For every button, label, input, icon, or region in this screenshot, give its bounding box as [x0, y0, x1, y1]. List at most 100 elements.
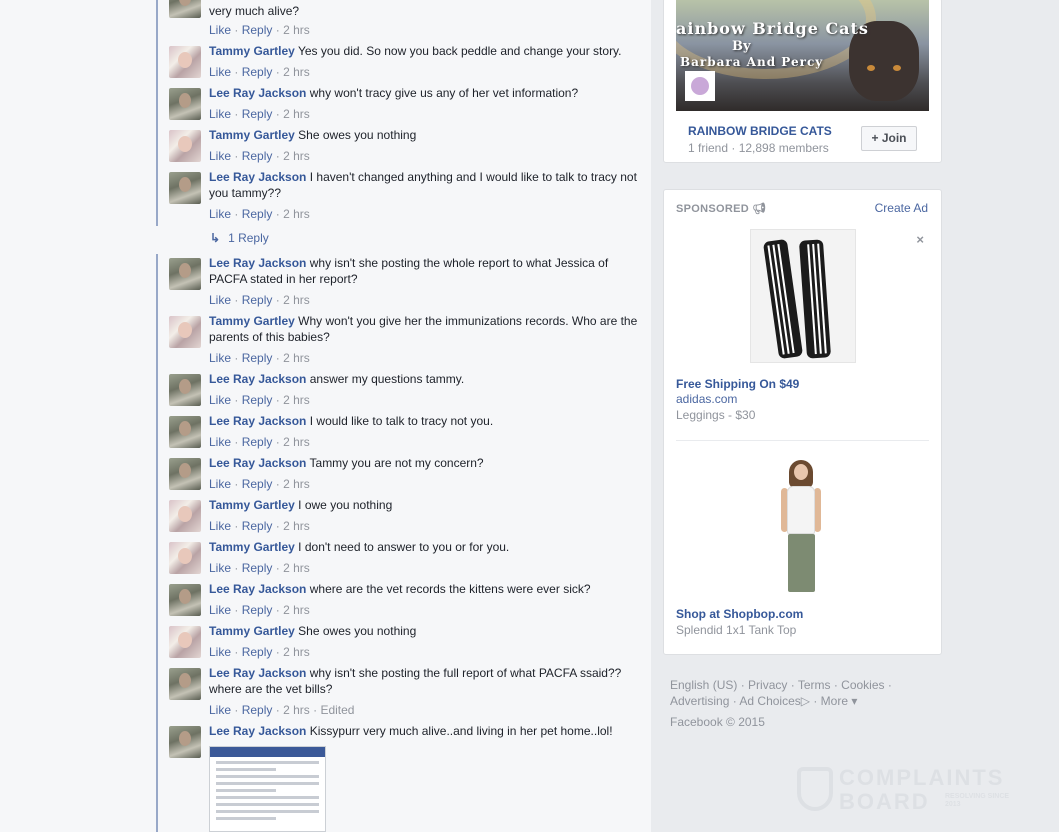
create-ad-link[interactable]: Create Ad [875, 201, 928, 215]
ad-image-leggings[interactable] [750, 229, 856, 363]
like-link[interactable]: Like [209, 393, 231, 407]
view-replies-link[interactable]: ↳ 1 Reply [210, 230, 269, 246]
footer-link-cookies[interactable]: Cookies [841, 678, 884, 692]
ad-domain[interactable]: adidas.com [676, 392, 737, 406]
avatar[interactable] [169, 374, 201, 406]
comment-author[interactable]: Tammy Gartley [209, 540, 295, 554]
ad-title[interactable]: Free Shipping On $49 [676, 377, 799, 391]
timestamp[interactable]: 2 hrs [283, 107, 310, 121]
close-icon[interactable]: × [916, 232, 924, 247]
reply-count[interactable]: 1 Reply [228, 231, 269, 245]
timestamp[interactable]: 2 hrs [283, 293, 310, 307]
timestamp[interactable]: 2 hrs [283, 703, 310, 717]
footer-link-language[interactable]: English (US) [670, 678, 737, 692]
avatar[interactable] [169, 500, 201, 532]
avatar[interactable] [169, 458, 201, 490]
timestamp[interactable]: 2 hrs [283, 561, 310, 575]
avatar[interactable] [169, 668, 201, 700]
avatar[interactable] [169, 726, 201, 758]
join-group-button[interactable]: + Join [861, 126, 917, 151]
like-link[interactable]: Like [209, 603, 231, 617]
like-link[interactable]: Like [209, 351, 231, 365]
like-link[interactable]: Like [209, 645, 231, 659]
comment-author[interactable]: Lee Ray Jackson [209, 456, 306, 470]
avatar[interactable] [169, 316, 201, 348]
edited-label[interactable]: Edited [320, 703, 354, 717]
group-name-link[interactable]: RAINBOW BRIDGE CATS [688, 124, 832, 138]
timestamp[interactable]: 2 hrs [283, 393, 310, 407]
footer-link-privacy[interactable]: Privacy [748, 678, 787, 692]
reply-link[interactable]: Reply [242, 207, 273, 221]
footer-link-advertising[interactable]: Advertising [670, 694, 729, 708]
comment-author[interactable]: Tammy Gartley [209, 498, 295, 512]
reply-link[interactable]: Reply [242, 477, 273, 491]
reply-link[interactable]: Reply [242, 393, 273, 407]
like-link[interactable]: Like [209, 23, 231, 37]
comment-author[interactable]: Lee Ray Jackson [209, 170, 306, 184]
comment-author[interactable]: Tammy Gartley [209, 128, 295, 142]
comment-actions: Like · Reply · 2 hrs [209, 23, 310, 37]
reply-link[interactable]: Reply [242, 561, 273, 575]
ad-image-tank-top[interactable] [769, 458, 833, 594]
timestamp[interactable]: 2 hrs [283, 149, 310, 163]
avatar[interactable] [169, 0, 201, 18]
reply-link[interactable]: Reply [242, 435, 273, 449]
like-link[interactable]: Like [209, 207, 231, 221]
group-cover-image[interactable]: ainbow Bridge Cats By Barbara And Percy [676, 0, 929, 111]
reply-link[interactable]: Reply [242, 65, 273, 79]
avatar[interactable] [169, 258, 201, 290]
like-link[interactable]: Like [209, 561, 231, 575]
avatar[interactable] [169, 46, 201, 78]
avatar[interactable] [169, 88, 201, 120]
comment-author[interactable]: Tammy Gartley [209, 44, 295, 58]
like-link[interactable]: Like [209, 477, 231, 491]
ad-title[interactable]: Shop at Shopbop.com [676, 607, 803, 621]
comment-author[interactable]: Lee Ray Jackson [209, 256, 306, 270]
avatar[interactable] [169, 172, 201, 204]
comment-body: Lee Ray Jackson why isn't she posting th… [209, 665, 639, 697]
comment-author[interactable]: Lee Ray Jackson [209, 414, 306, 428]
comment-author[interactable]: Lee Ray Jackson [209, 666, 306, 680]
comment-author[interactable]: Lee Ray Jackson [209, 582, 306, 596]
comment-attachment-image[interactable] [209, 746, 326, 832]
comment-author[interactable]: Lee Ray Jackson [209, 724, 306, 738]
timestamp[interactable]: 2 hrs [283, 645, 310, 659]
timestamp[interactable]: 2 hrs [283, 603, 310, 617]
reply-link[interactable]: Reply [242, 23, 273, 37]
timestamp[interactable]: 2 hrs [283, 207, 310, 221]
like-link[interactable]: Like [209, 519, 231, 533]
reply-link[interactable]: Reply [242, 351, 273, 365]
like-link[interactable]: Like [209, 65, 231, 79]
reply-link[interactable]: Reply [242, 107, 273, 121]
footer-link-terms[interactable]: Terms [798, 678, 831, 692]
reply-link[interactable]: Reply [242, 293, 273, 307]
reply-link[interactable]: Reply [242, 149, 273, 163]
avatar[interactable] [169, 584, 201, 616]
comment-author[interactable]: Tammy Gartley [209, 314, 295, 328]
like-link[interactable]: Like [209, 703, 231, 717]
like-link[interactable]: Like [209, 293, 231, 307]
timestamp[interactable]: 2 hrs [283, 477, 310, 491]
reply-link[interactable]: Reply [242, 603, 273, 617]
avatar[interactable] [169, 542, 201, 574]
like-link[interactable]: Like [209, 149, 231, 163]
reply-link[interactable]: Reply [242, 703, 273, 717]
reply-link[interactable]: Reply [242, 645, 273, 659]
timestamp[interactable]: 2 hrs [283, 65, 310, 79]
comment-author[interactable]: Lee Ray Jackson [209, 372, 306, 386]
timestamp[interactable]: 2 hrs [283, 435, 310, 449]
comment-author[interactable]: Lee Ray Jackson [209, 86, 306, 100]
footer-link-ad-choices[interactable]: Ad Choices [739, 694, 800, 708]
timestamp[interactable]: 2 hrs [283, 23, 310, 37]
reply-link[interactable]: Reply [242, 519, 273, 533]
avatar[interactable] [169, 626, 201, 658]
like-link[interactable]: Like [209, 107, 231, 121]
avatar[interactable] [169, 130, 201, 162]
comment-author[interactable]: Tammy Gartley [209, 624, 295, 638]
footer-link-more[interactable]: More [821, 694, 848, 708]
avatar[interactable] [169, 416, 201, 448]
timestamp[interactable]: 2 hrs [283, 351, 310, 365]
timestamp[interactable]: 2 hrs [283, 519, 310, 533]
cover-subtitle: By [732, 39, 751, 54]
like-link[interactable]: Like [209, 435, 231, 449]
